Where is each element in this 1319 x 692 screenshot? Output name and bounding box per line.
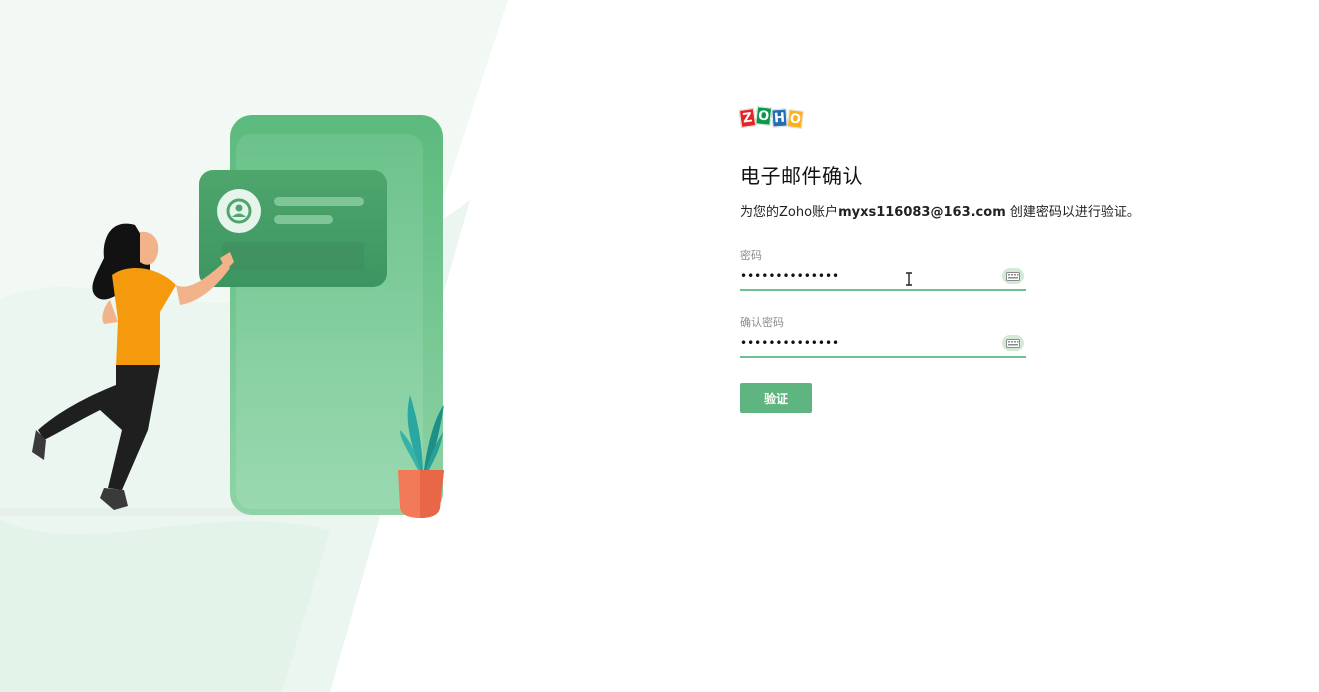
page-title: 电子邮件确认: [740, 164, 863, 188]
confirm-password-field: 确认密码: [740, 316, 1026, 358]
logo-letter: O: [786, 109, 804, 129]
description-suffix: 创建密码以进行验证。: [1005, 205, 1140, 220]
confirm-password-input[interactable]: [740, 332, 970, 354]
password-label: 密码: [740, 249, 762, 262]
logo-letter: Z: [738, 108, 757, 128]
confirm-password-label: 确认密码: [740, 316, 784, 329]
confirm-password-input-row: [740, 330, 1026, 358]
description-prefix: 为您的Zoho账户: [740, 205, 839, 220]
page-description: 为您的Zoho账户myxs116083@163.com 创建密码以进行验证。: [740, 203, 1160, 223]
keyboard-icon[interactable]: [1002, 268, 1024, 284]
logo-letter: H: [771, 108, 788, 128]
password-input-row: [740, 263, 1026, 291]
keyboard-icon[interactable]: [1002, 335, 1024, 351]
verify-button[interactable]: 验证: [740, 383, 812, 413]
logo-letter: O: [755, 106, 773, 126]
verification-form: Z O H O 电子邮件确认 为您的Zoho账户myxs116083@163.c…: [738, 106, 1160, 413]
account-email: myxs116083@163.com: [838, 205, 1006, 220]
password-input[interactable]: [740, 265, 970, 287]
zoho-logo: Z O H O: [738, 106, 1160, 130]
password-field: 密码: [740, 249, 1026, 291]
